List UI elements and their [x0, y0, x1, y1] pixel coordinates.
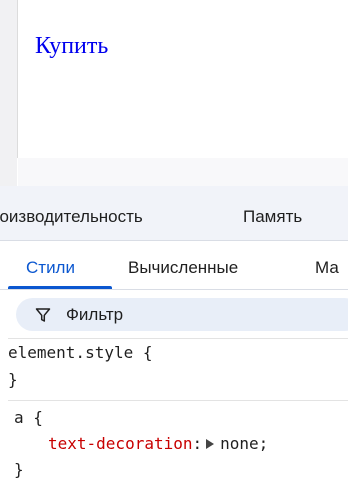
css-semicolon: ;: [258, 434, 269, 453]
rule-close-brace: }: [8, 370, 18, 389]
devtools-panel-tabs: роизводительность Память: [0, 186, 348, 241]
tab-layout-truncated[interactable]: Ма: [315, 258, 339, 278]
filter-icon: [35, 308, 51, 322]
buy-link[interactable]: Купить: [35, 33, 108, 60]
rule-separator: [8, 338, 348, 339]
rule-separator: [8, 400, 348, 401]
filter-placeholder: Фильтр: [66, 305, 124, 324]
elements-sub-tabs: Стили Вычисленные Ма: [0, 241, 348, 290]
expand-triangle-icon[interactable]: [206, 439, 215, 449]
tab-memory[interactable]: Память: [243, 207, 302, 227]
devtools-panel: роизводительность Память Стили Вычисленн…: [0, 186, 348, 486]
rule-selector: element.style: [8, 343, 134, 362]
rule-close-brace: }: [14, 460, 24, 479]
rule-selector: a: [14, 408, 24, 427]
active-tab-indicator: [8, 286, 112, 289]
preview-left-gutter: [0, 0, 17, 186]
css-property-name[interactable]: text-decoration: [48, 434, 193, 453]
tab-performance[interactable]: роизводительность: [0, 207, 143, 227]
css-property-value[interactable]: none: [220, 434, 259, 453]
preview-bottom-strip: [18, 158, 348, 186]
page-preview: Купить: [18, 0, 348, 158]
css-declaration[interactable]: text-decoration: none;: [48, 434, 268, 453]
rule-anchor[interactable]: a {: [14, 408, 43, 427]
rule-element-style[interactable]: element.style {: [8, 343, 153, 362]
tab-styles[interactable]: Стили: [26, 258, 75, 278]
css-colon: :: [192, 434, 203, 453]
tab-computed[interactable]: Вычисленные: [128, 258, 238, 278]
styles-filter-input[interactable]: Фильтр: [16, 298, 348, 331]
rule-open-brace: {: [142, 343, 153, 362]
rule-open-brace: {: [33, 408, 43, 427]
